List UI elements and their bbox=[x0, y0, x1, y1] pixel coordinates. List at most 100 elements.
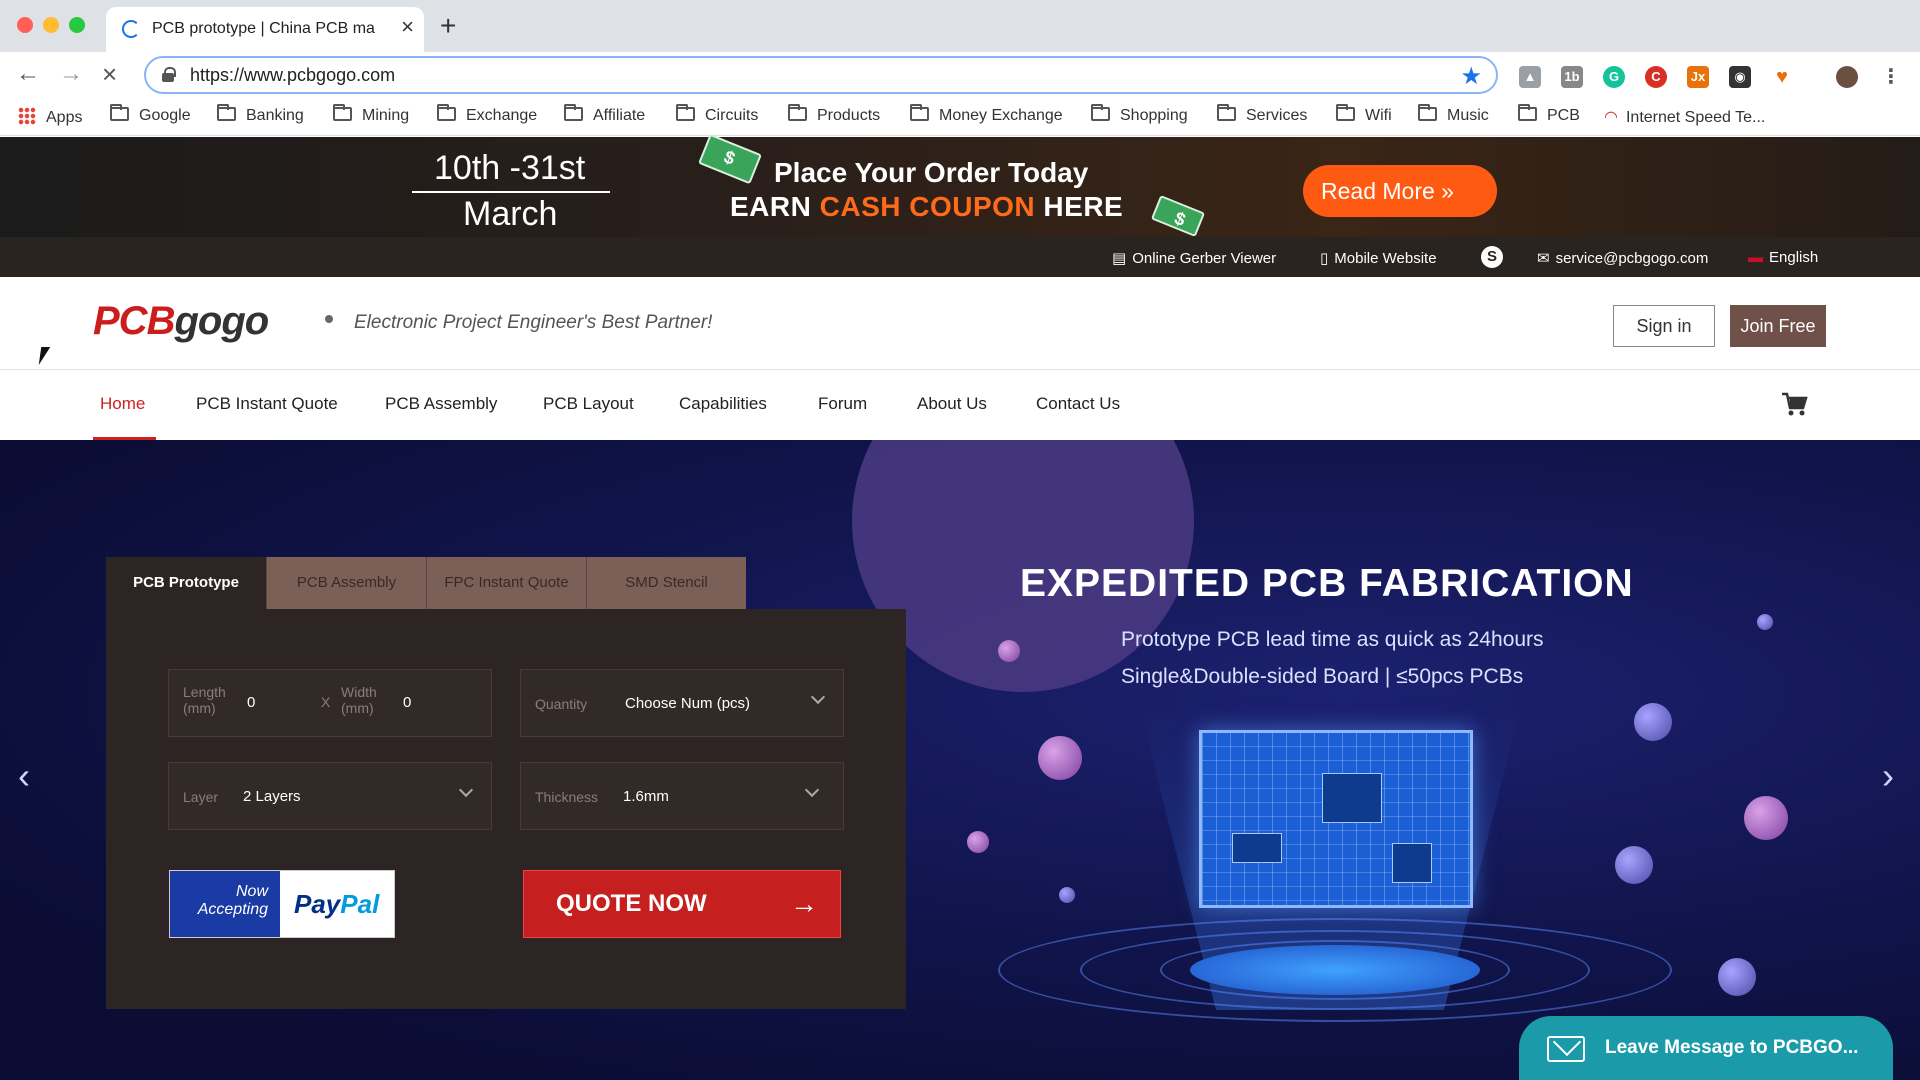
loading-spinner-icon bbox=[122, 20, 140, 38]
nav-forum[interactable]: Forum bbox=[818, 394, 867, 414]
thickness-select[interactable]: Thickness 1.6mm bbox=[520, 762, 844, 830]
nav-capabilities[interactable]: Capabilities bbox=[679, 394, 767, 414]
lightbulb-extension-icon[interactable]: ◉ bbox=[1729, 66, 1751, 88]
bookmark-products[interactable]: Products bbox=[788, 104, 880, 125]
profile-avatar[interactable] bbox=[1836, 66, 1858, 88]
carousel-prev-arrow-icon[interactable]: ‹ bbox=[18, 755, 30, 797]
bookmark-music[interactable]: Music bbox=[1418, 104, 1489, 125]
bookmark-circuits[interactable]: Circuits bbox=[676, 104, 758, 125]
promo-month: March bbox=[463, 195, 558, 233]
online-gerber-viewer-link[interactable]: ▤ Online Gerber Viewer bbox=[1112, 249, 1276, 267]
apps-grid-icon bbox=[18, 107, 36, 125]
folder-icon bbox=[1217, 104, 1236, 121]
decorative-bubble bbox=[1038, 736, 1082, 780]
layer-label: Layer bbox=[183, 789, 219, 805]
carousel-next-arrow-icon[interactable]: › bbox=[1882, 755, 1894, 797]
nav-pcb-assembly[interactable]: PCB Assembly bbox=[385, 394, 497, 414]
length-input[interactable]: 0 bbox=[247, 694, 255, 711]
minimize-window-button[interactable] bbox=[43, 17, 59, 33]
dimensions-field: Length (mm) 0 X Width (mm) 0 bbox=[168, 669, 492, 737]
bookmark-shopping[interactable]: Shopping bbox=[1091, 104, 1188, 125]
leave-message-widget[interactable]: Leave Message to PCBGO... bbox=[1519, 1016, 1893, 1080]
chevron-down-icon bbox=[804, 782, 820, 798]
decorative-bubble bbox=[1718, 958, 1756, 996]
decorative-bubble bbox=[967, 831, 989, 853]
nav-home[interactable]: Home bbox=[100, 394, 145, 414]
bookmark-star-icon[interactable]: ★ bbox=[1460, 62, 1482, 91]
width-input[interactable]: 0 bbox=[403, 694, 411, 711]
main-navigation: Home PCB Instant Quote PCB Assembly PCB … bbox=[0, 370, 1920, 440]
folder-icon bbox=[217, 104, 236, 121]
paypal-badge: Now Accepting PayPal bbox=[169, 870, 395, 938]
nav-about-us[interactable]: About Us bbox=[917, 394, 987, 414]
menu-kebab-icon[interactable]: ⋮ bbox=[1880, 66, 1902, 88]
red-extension-icon[interactable]: C bbox=[1645, 66, 1667, 88]
pcbgogo-logo[interactable]: PCBgogo bbox=[93, 299, 269, 344]
layer-select[interactable]: Layer 2 Layers bbox=[168, 762, 492, 830]
maximize-window-button[interactable] bbox=[69, 17, 85, 33]
nav-contact-us[interactable]: Contact Us bbox=[1036, 394, 1120, 414]
bookmark-google[interactable]: Google bbox=[110, 104, 191, 125]
stop-loading-icon[interactable]: × bbox=[102, 61, 117, 87]
grammarly-extension-icon[interactable]: G bbox=[1603, 66, 1625, 88]
tab-title: PCB prototype | China PCB ma bbox=[152, 20, 375, 37]
promo-headline: Place Your Order Today bbox=[774, 157, 1089, 188]
bookmark-wifi[interactable]: Wifi bbox=[1336, 104, 1392, 125]
bookmark-internet-speed[interactable]: ◠ Internet Speed Te... bbox=[1604, 107, 1765, 127]
bookmark-mining[interactable]: Mining bbox=[333, 104, 409, 125]
nav-pcb-layout[interactable]: PCB Layout bbox=[543, 394, 634, 414]
thickness-value: 1.6mm bbox=[623, 788, 669, 805]
envelope-icon: ✉ bbox=[1537, 250, 1550, 267]
language-selector[interactable]: ▬ English bbox=[1748, 249, 1818, 266]
chip-graphic bbox=[1232, 833, 1282, 863]
quantity-select[interactable]: Quantity Choose Num (pcs) bbox=[520, 669, 844, 737]
folder-icon bbox=[788, 104, 807, 121]
forward-arrow-icon[interactable]: → bbox=[59, 61, 83, 87]
thickness-label: Thickness bbox=[535, 789, 599, 805]
url-text[interactable]: https://www.pcbgogo.com bbox=[190, 65, 395, 86]
nav-pcb-instant-quote[interactable]: PCB Instant Quote bbox=[196, 394, 338, 414]
tab-fpc-instant-quote[interactable]: FPC Instant Quote bbox=[426, 557, 586, 609]
1b-extension-icon[interactable]: 1b bbox=[1561, 66, 1583, 88]
skype-icon[interactable]: S bbox=[1481, 246, 1503, 268]
decorative-bubble bbox=[1757, 614, 1773, 630]
bookmark-money-exchange[interactable]: Money Exchange bbox=[910, 104, 1063, 125]
heart-extension-icon[interactable]: ♥ bbox=[1771, 66, 1793, 88]
bookmark-affiliate[interactable]: Affiliate bbox=[564, 104, 645, 125]
tagline: Electronic Project Engineer's Best Partn… bbox=[354, 312, 713, 333]
folder-icon bbox=[1091, 104, 1110, 121]
jx-extension-icon[interactable]: Jx bbox=[1687, 66, 1709, 88]
shopping-cart-icon[interactable] bbox=[1780, 390, 1808, 418]
decorative-bubble bbox=[1059, 887, 1075, 903]
hero-carousel: EXPEDITED PCB FABRICATION Prototype PCB … bbox=[0, 440, 1920, 1080]
quote-now-button[interactable]: QUOTE NOW → bbox=[523, 870, 841, 938]
new-tab-button[interactable]: + bbox=[440, 12, 456, 40]
lock-icon[interactable] bbox=[162, 67, 176, 82]
tab-pcb-assembly[interactable]: PCB Assembly bbox=[266, 557, 426, 609]
bookmark-banking[interactable]: Banking bbox=[217, 104, 304, 125]
mobile-website-link[interactable]: ▯ Mobile Website bbox=[1320, 249, 1437, 267]
email-link[interactable]: ✉ service@pcbgogo.com bbox=[1537, 249, 1708, 267]
join-free-button[interactable]: Join Free bbox=[1730, 305, 1826, 347]
bookmark-apps[interactable]: Apps bbox=[18, 107, 82, 127]
folder-icon bbox=[676, 104, 695, 121]
address-bar[interactable]: https://www.pcbgogo.com ★ bbox=[144, 56, 1498, 94]
decorative-bubble bbox=[1634, 703, 1672, 741]
back-arrow-icon[interactable]: ← bbox=[16, 61, 40, 87]
browser-tab[interactable]: PCB prototype | China PCB ma × bbox=[106, 7, 424, 52]
drive-extension-icon[interactable]: ▲ bbox=[1519, 66, 1541, 88]
close-window-button[interactable] bbox=[17, 17, 33, 33]
promo-divider bbox=[412, 191, 610, 193]
read-more-button[interactable]: Read More » bbox=[1303, 165, 1497, 217]
promo-banner[interactable]: 10th -31st March Place Your Order Today … bbox=[0, 133, 1920, 238]
tab-close-icon[interactable]: × bbox=[401, 16, 414, 38]
tab-pcb-prototype[interactable]: PCB Prototype bbox=[106, 557, 266, 609]
tab-smd-stencil[interactable]: SMD Stencil bbox=[586, 557, 746, 609]
sign-in-button[interactable]: Sign in bbox=[1613, 305, 1715, 347]
decorative-bubble bbox=[998, 640, 1020, 662]
bookmark-pcb[interactable]: PCB bbox=[1518, 104, 1580, 125]
bookmark-services[interactable]: Services bbox=[1217, 104, 1307, 125]
bookmark-exchange[interactable]: Exchange bbox=[437, 104, 537, 125]
folder-icon bbox=[1336, 104, 1355, 121]
promo-date-range: 10th -31st bbox=[434, 149, 586, 187]
